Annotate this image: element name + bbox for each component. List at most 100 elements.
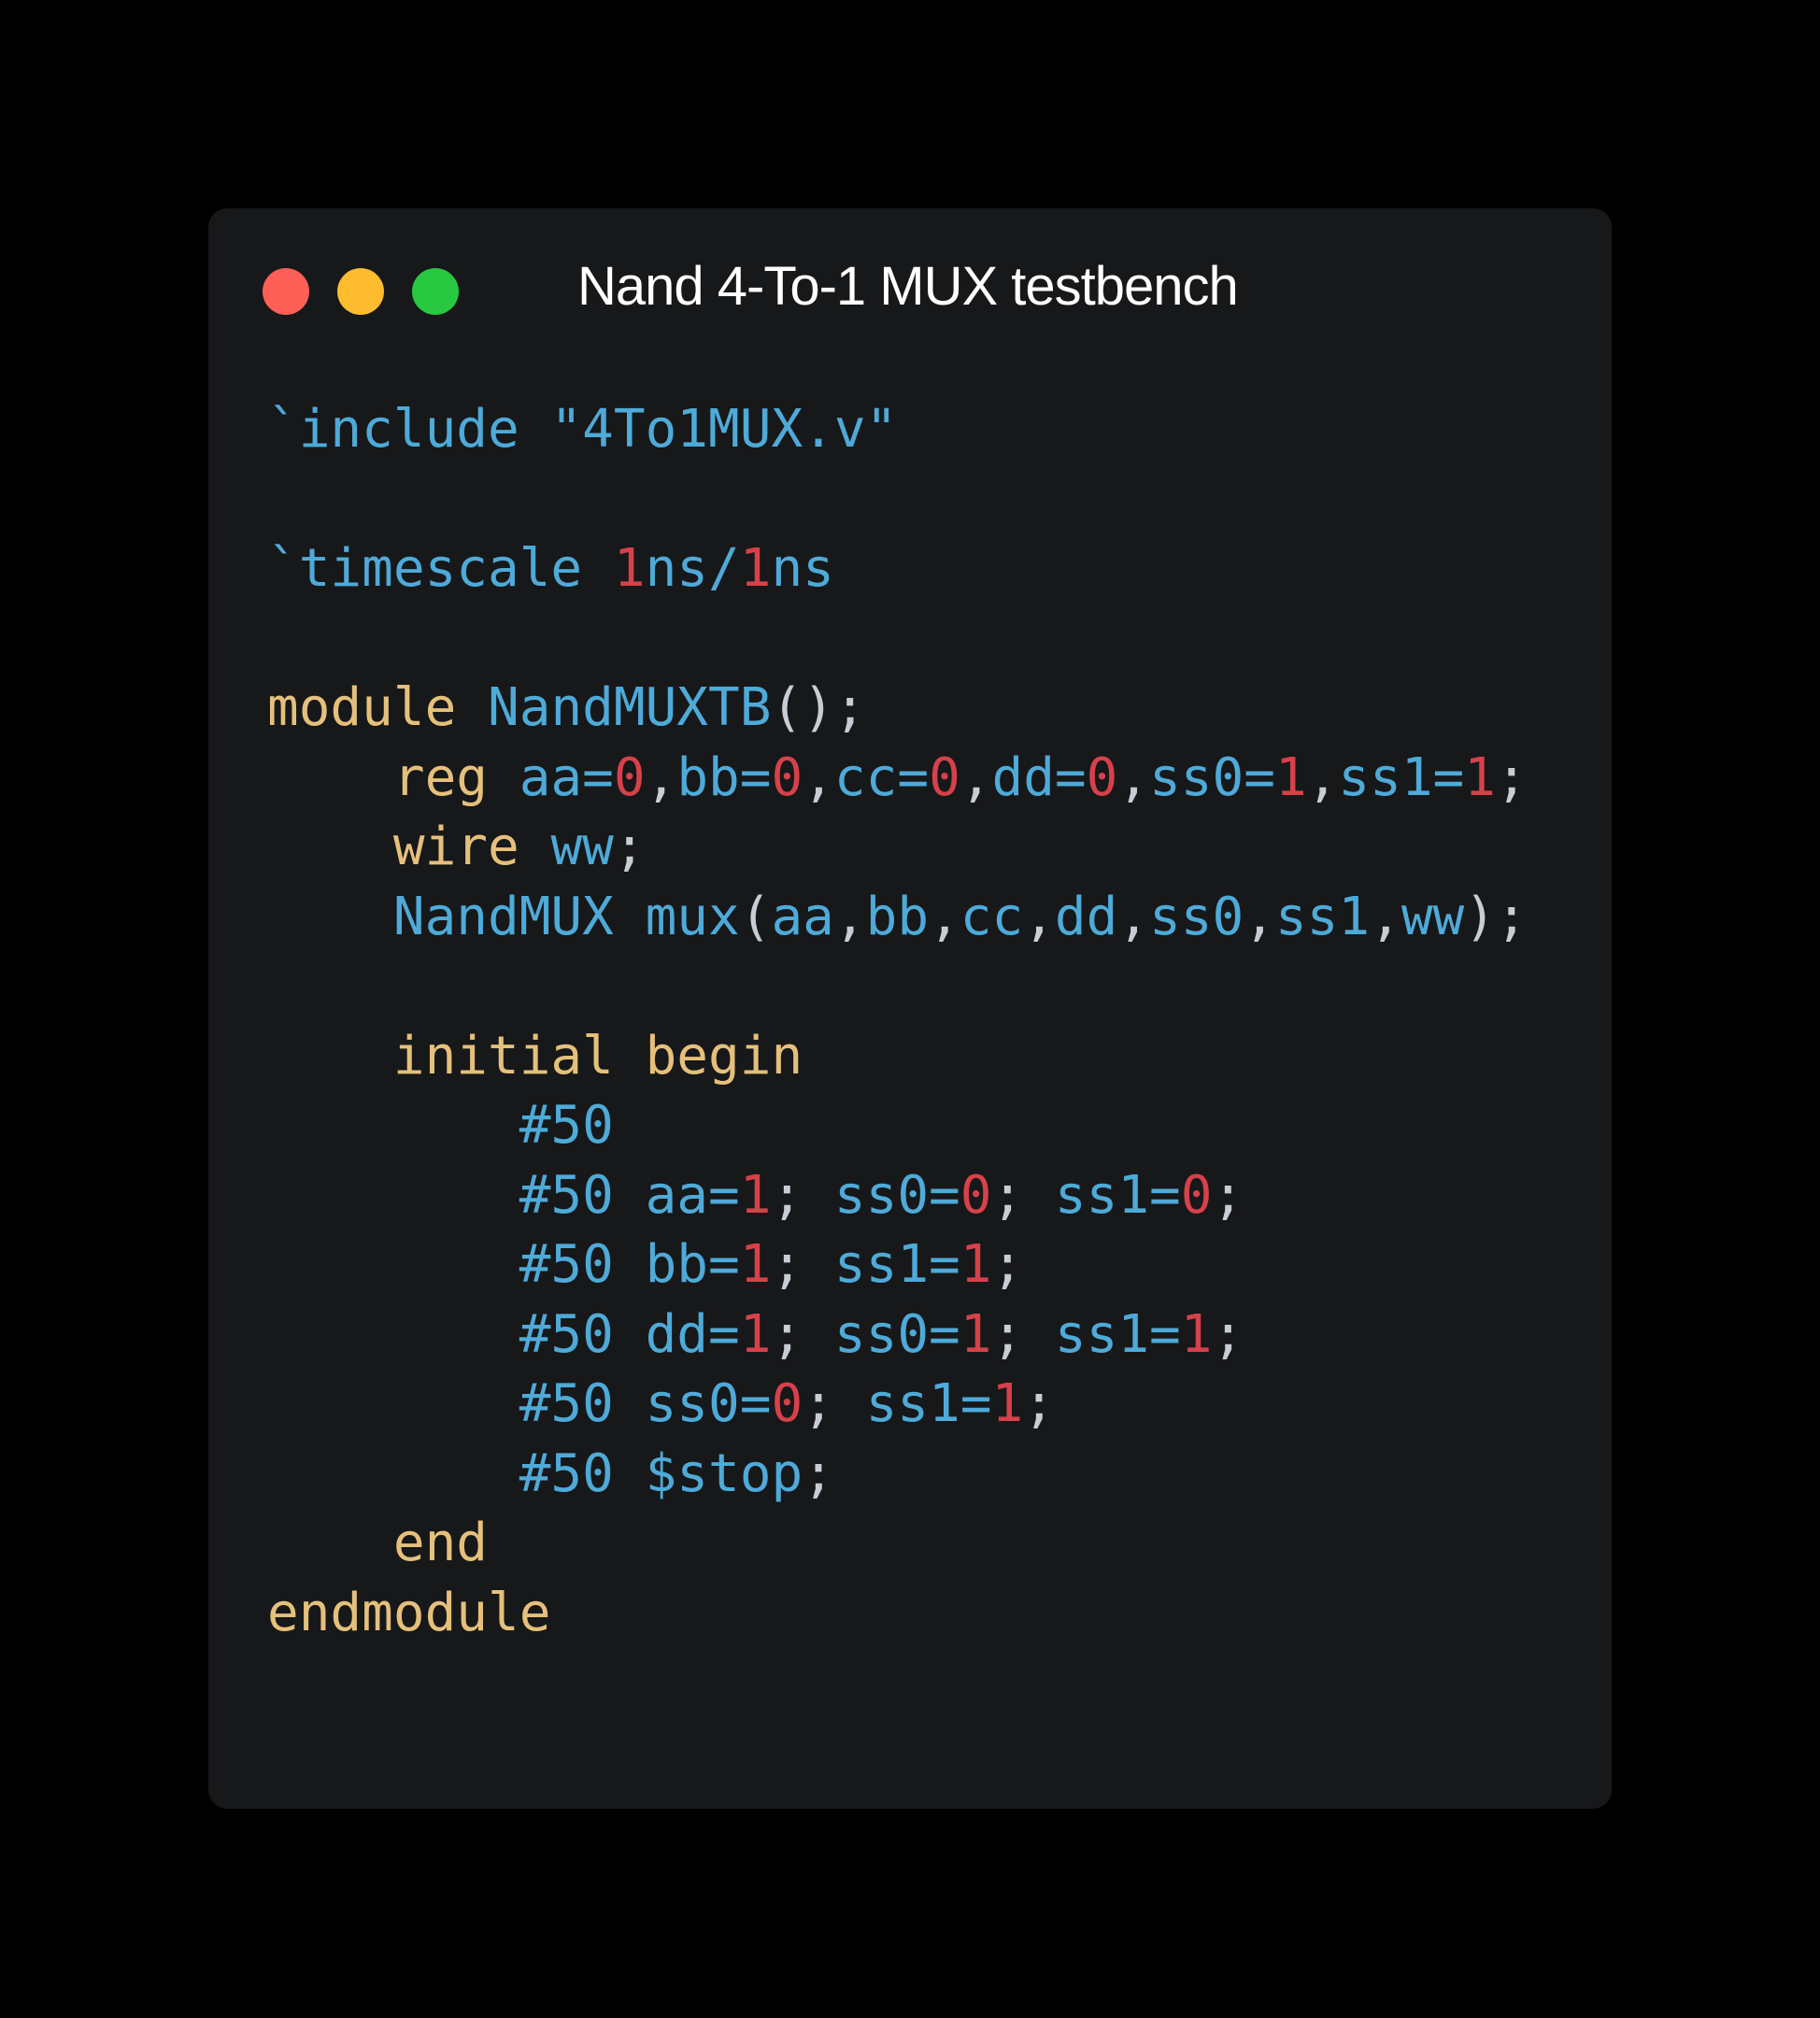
code-token: ;	[1212, 1164, 1244, 1226]
code-token: ss1=	[865, 1373, 992, 1434]
code-token: NandMUX mux	[392, 886, 740, 947]
code-token: ns/	[645, 538, 740, 599]
code-token: ;	[1495, 746, 1528, 808]
code-token: ww	[550, 817, 614, 877]
code-token: endmodule	[267, 1582, 551, 1643]
code-token: #50 bb=	[519, 1234, 740, 1295]
code-token: #50	[519, 1095, 614, 1156]
code-token: ss1=	[1054, 1303, 1181, 1365]
code-token: ;	[991, 1164, 1055, 1226]
code-token: 0	[1086, 746, 1118, 808]
code-token: bb	[865, 886, 930, 947]
code-token: ,	[1023, 886, 1055, 947]
code-token: ;	[613, 817, 646, 877]
code-token: 1	[991, 1373, 1024, 1434]
code-token: #50 dd=	[519, 1303, 740, 1365]
code-token: 1	[1180, 1303, 1213, 1365]
close-button[interactable]	[263, 268, 309, 315]
code-token: ,	[1306, 746, 1339, 808]
code-token: 1	[739, 1303, 772, 1365]
code-line: #50 dd=1; ss0=1; ss1=1;	[267, 1300, 1528, 1371]
code-token: ;	[771, 1303, 834, 1365]
code-token: 0	[771, 746, 803, 808]
code-token: `include "4To1MUX.v"	[267, 399, 898, 460]
code-line: reg aa=0,bb=0,cc=0,dd=0,ss0=1,ss1=1;	[267, 744, 1528, 814]
code-token: #50 ss0=	[519, 1373, 772, 1434]
code-token: ss1	[1274, 886, 1371, 947]
code-token: 0	[771, 1373, 803, 1434]
code-token: ss1=	[1054, 1164, 1181, 1226]
code-token: ,	[1117, 746, 1150, 808]
code-token: 0	[960, 1164, 992, 1226]
code-token: ;	[991, 1234, 1024, 1295]
code-token: bb=	[676, 746, 772, 808]
code-token: 1	[739, 1164, 772, 1226]
code-token: 1	[1464, 746, 1496, 808]
code-token: 1	[960, 1234, 992, 1295]
code-token: 1	[1274, 746, 1307, 808]
code-line: ​	[267, 604, 1528, 675]
code-line: NandMUX mux(aa,bb,cc,dd,ss0,ss1,ww);	[267, 883, 1528, 953]
code-line: #50 ss0=0; ss1=1;	[267, 1370, 1528, 1440]
code-token: dd	[1054, 886, 1118, 947]
code-line: initial begin	[267, 1022, 1528, 1092]
code-token: ss0=	[833, 1303, 960, 1365]
code-token: ww	[1401, 886, 1465, 947]
code-token: ;	[1212, 1303, 1244, 1365]
code-token: ;	[771, 1164, 834, 1226]
code-token: ss0=	[833, 1164, 960, 1226]
code-token: ;	[771, 1234, 834, 1295]
code-line: ​	[267, 465, 1528, 535]
code-token: `timescale	[267, 538, 614, 599]
code-token: 0	[1180, 1164, 1213, 1226]
code-token: 0	[929, 746, 960, 808]
code-line: #50 aa=1; ss0=0; ss1=0;	[267, 1161, 1528, 1231]
code-token: 1	[960, 1303, 992, 1365]
code-token: cc=	[833, 746, 930, 808]
code-token: ,	[1244, 886, 1275, 947]
code-token: ss0=	[1149, 746, 1275, 808]
code-token: 1	[739, 538, 772, 599]
code-token: ;	[803, 1442, 834, 1504]
code-token: initial begin	[392, 1025, 803, 1087]
code-token: (	[739, 886, 772, 947]
code-token: 1	[739, 1234, 772, 1295]
code-token: ,	[803, 746, 834, 808]
code-token: ss0	[1149, 886, 1244, 947]
code-token: ();	[771, 677, 866, 738]
code-token: dd=	[991, 746, 1087, 808]
code-line: endmodule	[267, 1579, 1528, 1649]
code-token: ns	[771, 538, 834, 599]
code-line: module NandMUXTB();	[267, 674, 1528, 744]
code-block: `include "4To1MUX.v"​`timescale 1ns/1ns​…	[267, 395, 1528, 1648]
maximize-button[interactable]	[412, 268, 459, 315]
code-token: aa	[771, 886, 834, 947]
code-token: 0	[613, 746, 646, 808]
code-token: #50 aa=	[519, 1164, 740, 1226]
code-token: cc	[960, 886, 1024, 947]
code-token: end	[392, 1513, 489, 1573]
code-token: ;	[991, 1303, 1055, 1365]
code-line: `timescale 1ns/1ns	[267, 534, 1528, 604]
code-line: #50 $stop;	[267, 1440, 1528, 1510]
minimize-button[interactable]	[337, 268, 384, 315]
title-bar: Nand 4-To-1 MUX testbench	[208, 208, 1612, 358]
code-token: );	[1464, 886, 1528, 947]
code-token: ,	[1117, 886, 1150, 947]
code-token: ,	[833, 886, 866, 947]
code-token: ,	[645, 746, 677, 808]
code-line: wire ww;	[267, 813, 1528, 883]
window-title: Nand 4-To-1 MUX testbench	[577, 256, 1239, 317]
code-line: end	[267, 1509, 1528, 1579]
code-token: aa=	[519, 746, 614, 808]
code-token: wire	[392, 817, 551, 877]
